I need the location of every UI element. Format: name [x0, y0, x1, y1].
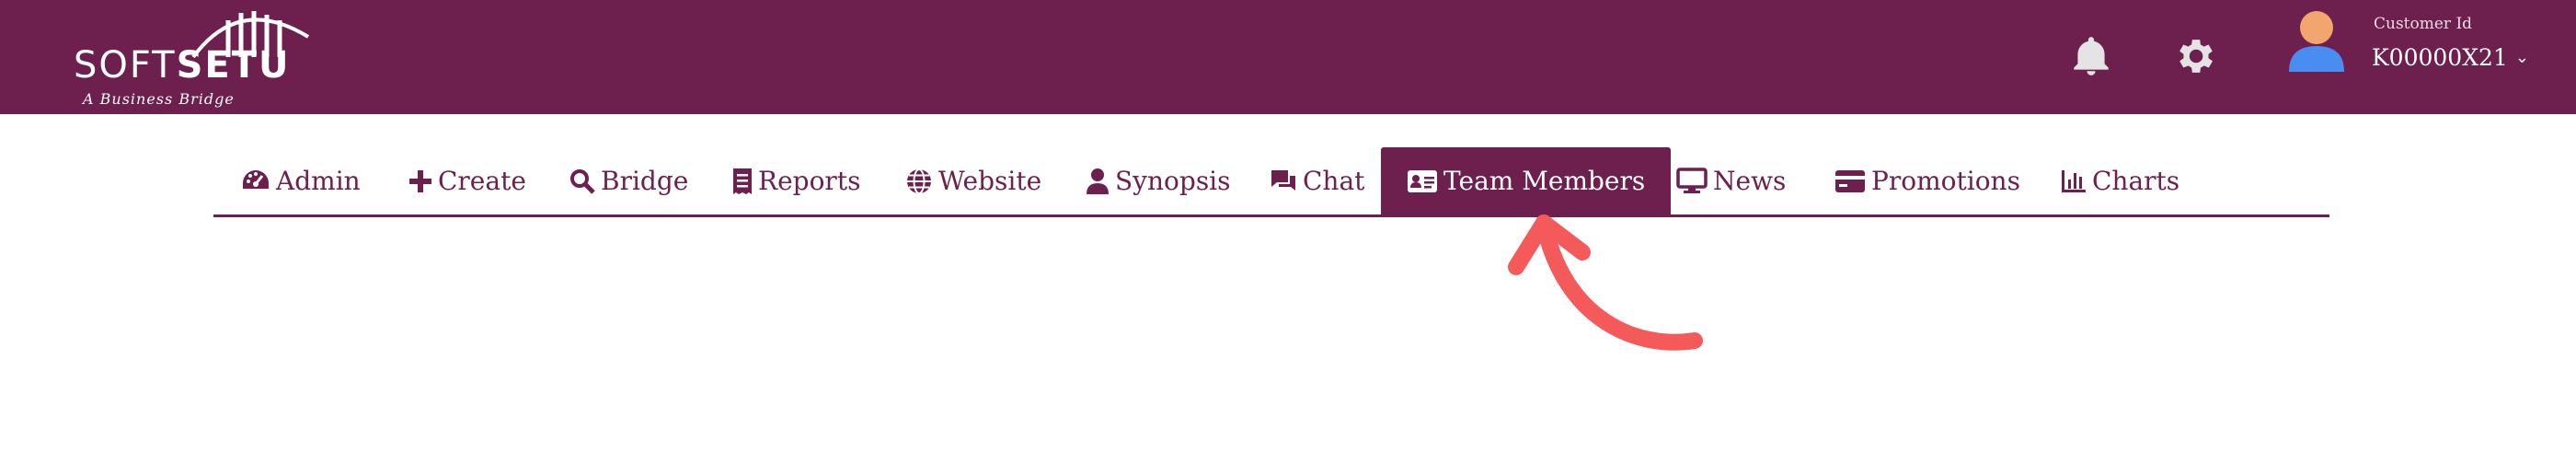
plus-icon: [408, 169, 432, 193]
bell-icon[interactable]: [2068, 33, 2114, 79]
monitor-icon: [1676, 167, 1708, 195]
tab-label: Team Members: [1443, 166, 1646, 196]
receipt-icon: [732, 168, 753, 195]
logo-tagline: A Business Bridge: [83, 90, 235, 108]
tab-bridge[interactable]: Bridge: [569, 147, 688, 214]
tab-charts[interactable]: Charts: [2061, 147, 2179, 214]
search-icon: [569, 168, 595, 194]
globe-icon: [905, 168, 933, 195]
tab-label: Reports: [758, 166, 861, 196]
tab-synopsis[interactable]: Synopsis: [1086, 147, 1231, 214]
tab-admin[interactable]: Admin: [241, 147, 361, 214]
user-avatar-icon[interactable]: [2283, 6, 2350, 75]
dashboard-icon: [241, 168, 270, 194]
tab-label: Promotions: [1871, 166, 2020, 196]
tab-label: Synopsis: [1115, 166, 1231, 196]
pointer-arrow-annotation: [1508, 214, 1703, 351]
logo-wordmark: SOFTSETU: [74, 44, 291, 87]
chevron-down-icon: ⌄: [2514, 48, 2529, 67]
tab-label: Website: [938, 166, 1042, 196]
main-nav-tabs: Admin Create Bridge Reports Website Syno…: [213, 147, 2329, 217]
tab-label: Bridge: [601, 166, 689, 196]
customer-id-value: K00000X21: [2372, 44, 2508, 71]
id-card-icon: [1407, 169, 1438, 193]
tab-label: Admin: [276, 166, 361, 196]
tab-label: News: [1713, 166, 1787, 196]
tab-label: Create: [438, 166, 526, 196]
gear-icon[interactable]: [2171, 33, 2217, 79]
tab-label: Charts: [2092, 166, 2180, 196]
user-icon: [1086, 168, 1110, 195]
logo-word-bold: SETU: [176, 44, 291, 87]
bar-chart-icon: [2061, 168, 2087, 194]
logo-word-light: SOFT: [74, 44, 177, 87]
tab-promotions[interactable]: Promotions: [1834, 147, 2020, 214]
tab-create[interactable]: Create: [408, 147, 526, 214]
tab-website[interactable]: Website: [905, 147, 1041, 214]
softsetu-logo[interactable]: SOFTSETU A Business Bridge: [74, 4, 313, 110]
tab-chat[interactable]: Chat: [1270, 147, 1364, 214]
top-header-bar: SOFTSETU A Business Bridge Customer Id K…: [0, 0, 2576, 114]
tab-reports[interactable]: Reports: [732, 147, 860, 214]
credit-card-icon: [1834, 169, 1866, 193]
tab-label: Chat: [1303, 166, 1365, 196]
chat-icon: [1270, 168, 1297, 194]
customer-id-label: Customer Id: [2374, 15, 2473, 33]
customer-id-dropdown[interactable]: K00000X21 ⌄: [2372, 44, 2529, 71]
